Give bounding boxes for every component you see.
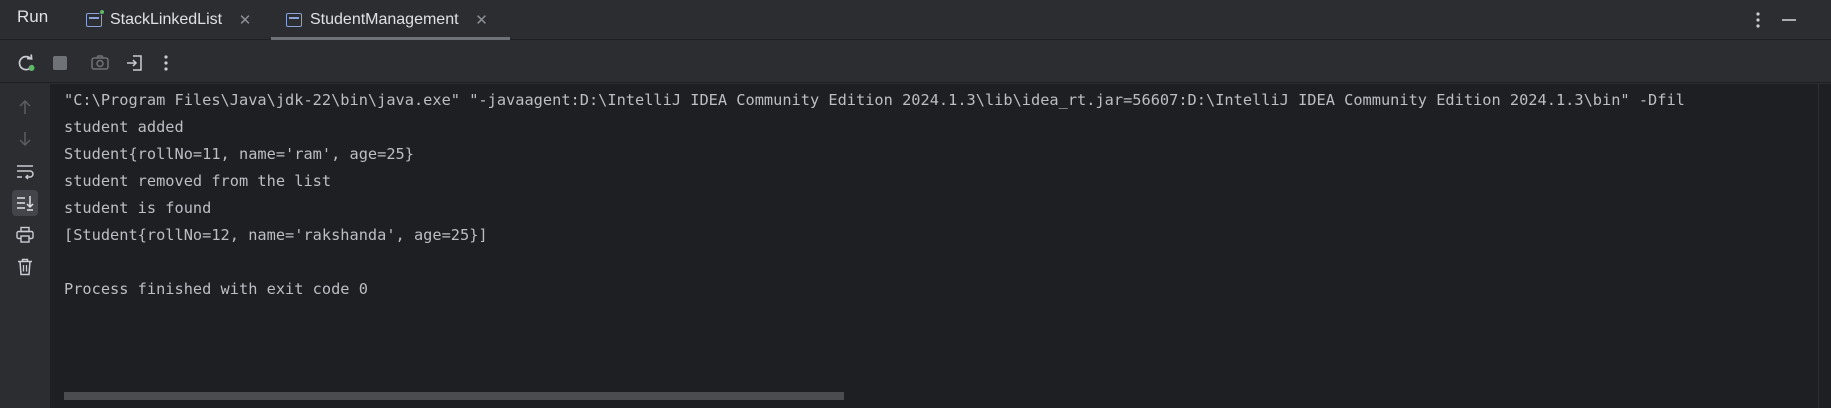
more-icon [164,55,168,71]
active-tab-indicator [271,37,510,40]
exit-button[interactable] [123,51,147,75]
tab-label: StackLinkedList [110,11,223,28]
run-config-icon [86,9,105,27]
minimize-icon [1782,19,1796,21]
stop-button[interactable] [48,51,72,75]
tab-stack-linked-list[interactable]: StackLinkedList ✕ [86,0,252,40]
run-title: Run [17,7,49,26]
run-tab-bar: Run StackLinkedList ✕ StudentManagement … [0,0,1831,40]
console-line: Student{rollNo=11, name='ram', age=25} [64,145,414,163]
soft-wrap-icon [17,165,34,180]
scroll-to-end-icon [17,196,34,211]
console-output[interactable]: "C:\Program Files\Java\jdk-22\bin\java.e… [50,84,1831,408]
console-gutter [0,84,50,408]
run-tool-window: Run StackLinkedList ✕ StudentManagement … [0,0,1831,408]
console-line: [Student{rollNo=12, name='rakshanda', ag… [64,226,488,244]
console-line-command: "C:\Program Files\Java\jdk-22\bin\java.e… [64,91,1685,109]
clear-all-button[interactable] [12,254,38,280]
tab-label: StudentManagement [310,11,459,28]
rerun-button[interactable] [14,51,38,75]
tab-student-management[interactable]: StudentManagement ✕ [286,0,489,40]
print-button[interactable] [12,222,38,248]
more-options-button[interactable] [1750,4,1766,36]
soft-wrap-button[interactable] [12,158,38,184]
console-line-exit: Process finished with exit code 0 [64,280,368,298]
camera-icon [91,55,109,70]
run-config-icon [286,13,302,27]
arrow-up-icon [19,99,31,114]
exit-icon [127,55,142,71]
close-icon[interactable]: ✕ [238,11,252,29]
console-line: student is found [64,199,212,217]
console-line: student added [64,118,184,136]
horizontal-scrollbar[interactable] [64,392,844,400]
vertical-dots-icon [1756,12,1760,28]
stop-icon [53,56,67,70]
next-occurrence-button[interactable] [12,126,38,152]
console-line: student removed from the list [64,172,332,190]
scroll-to-end-button[interactable] [12,190,38,216]
trash-icon [18,258,32,276]
previous-occurrence-button[interactable] [12,94,38,120]
vertical-scrollbar-track[interactable] [1818,84,1831,408]
run-toolbar [0,41,1831,83]
minimize-button[interactable] [1780,4,1798,36]
arrow-down-icon [19,132,31,147]
print-icon [16,226,34,243]
more-actions-button[interactable] [154,51,178,75]
screenshot-button[interactable] [88,51,112,75]
rerun-icon [18,54,35,71]
close-icon[interactable]: ✕ [475,11,489,29]
